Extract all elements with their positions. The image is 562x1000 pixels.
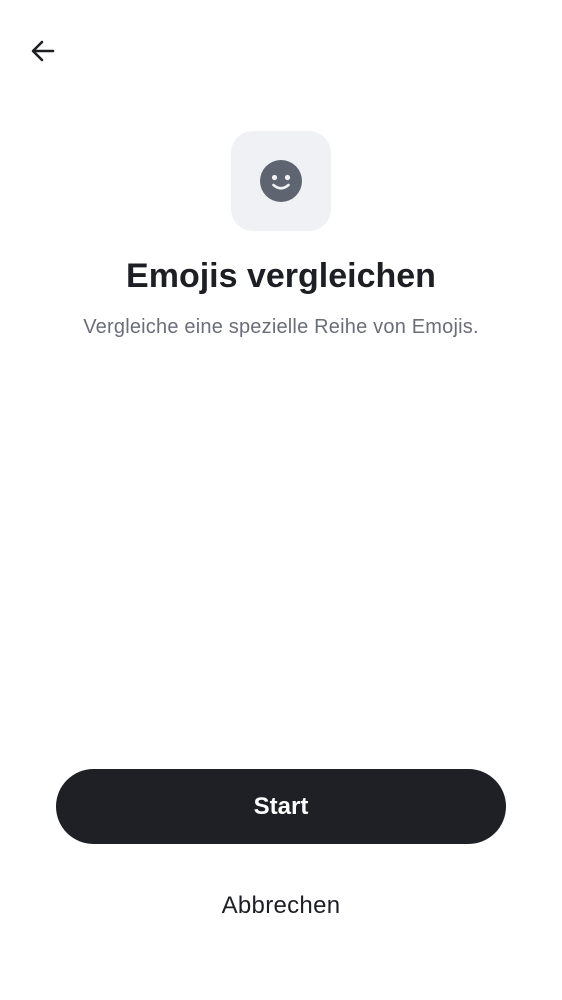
page-subtitle: Vergleiche eine spezielle Reihe von Emoj…: [83, 316, 479, 338]
back-button[interactable]: [22, 30, 64, 72]
page-title: Emojis vergleichen: [126, 257, 436, 295]
emoji-icon-tile: [231, 131, 331, 231]
start-button[interactable]: Start: [56, 769, 506, 844]
arrow-left-icon: [31, 40, 55, 62]
cancel-button[interactable]: Abbrechen: [156, 880, 406, 932]
smiley-face-icon: [260, 160, 302, 202]
